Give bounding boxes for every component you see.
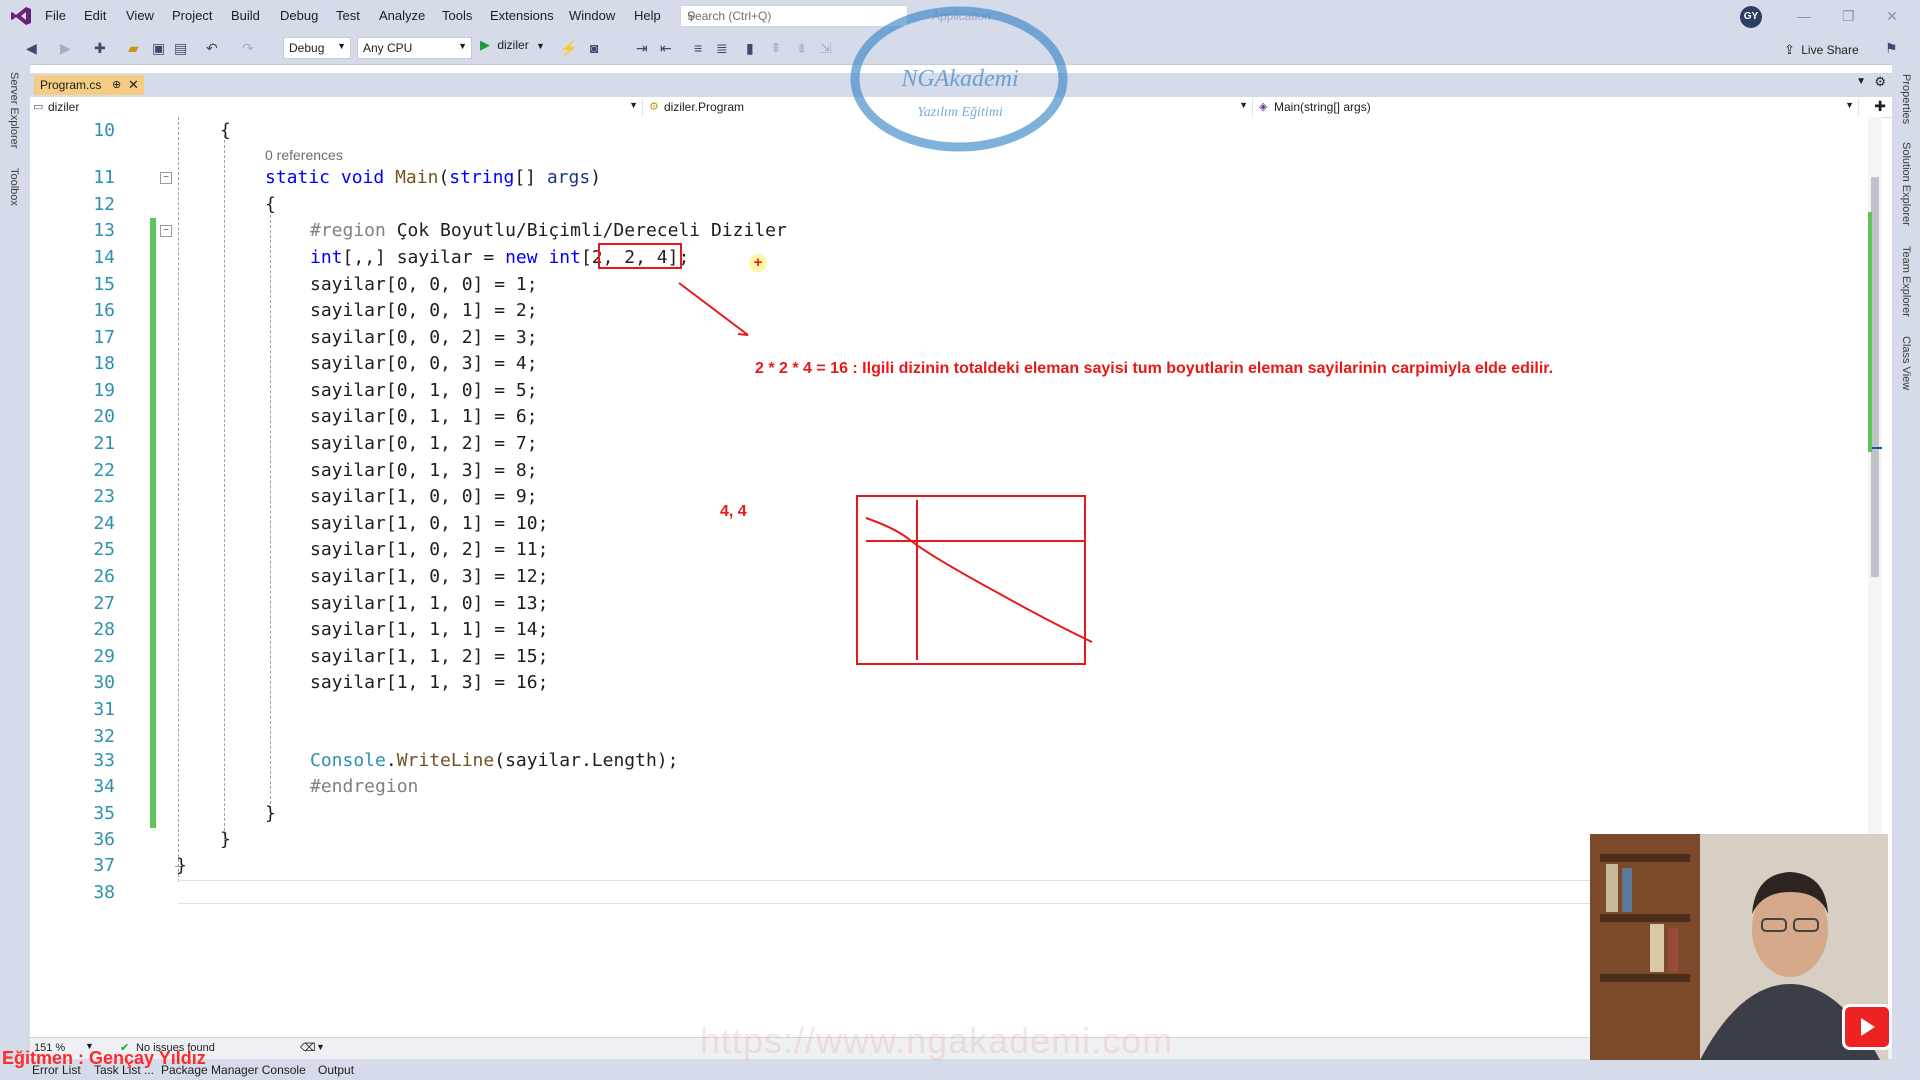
bottom-tool-tabs: Error List Task List ... Package Manager… [0, 1059, 1920, 1080]
annotation-arrow-head [737, 333, 749, 336]
code-cleanup-icon[interactable]: ⌫ [300, 1041, 316, 1054]
tab-output[interactable]: Output [318, 1063, 354, 1077]
drawn-curve [865, 517, 1093, 643]
highlight-box [598, 243, 682, 269]
annotation-arrow [678, 282, 749, 336]
annotation-coordinate: 4, 4 [720, 503, 747, 520]
chevron-down-icon[interactable]: ▼ [316, 1042, 325, 1052]
pen-cursor-icon: + [749, 254, 767, 272]
drawn-rectangle [856, 495, 1086, 665]
youtube-icon[interactable] [1842, 1004, 1892, 1050]
ngakademi-logo: NGAkademi Yazılım Eğitimi [850, 6, 1068, 152]
annotation-note: 2 * 2 * 4 = 16 : Ilgili dizinin totaldek… [755, 360, 1554, 377]
presenter-caption: Eğitmen : Gençay Yıldız [2, 1048, 206, 1068]
logo-subtext: Yazılım Eğitimi [917, 105, 1003, 120]
watermark-url: https://www.ngakademi.com [700, 1020, 1174, 1061]
logo-text: NGAkademi [900, 66, 1018, 92]
